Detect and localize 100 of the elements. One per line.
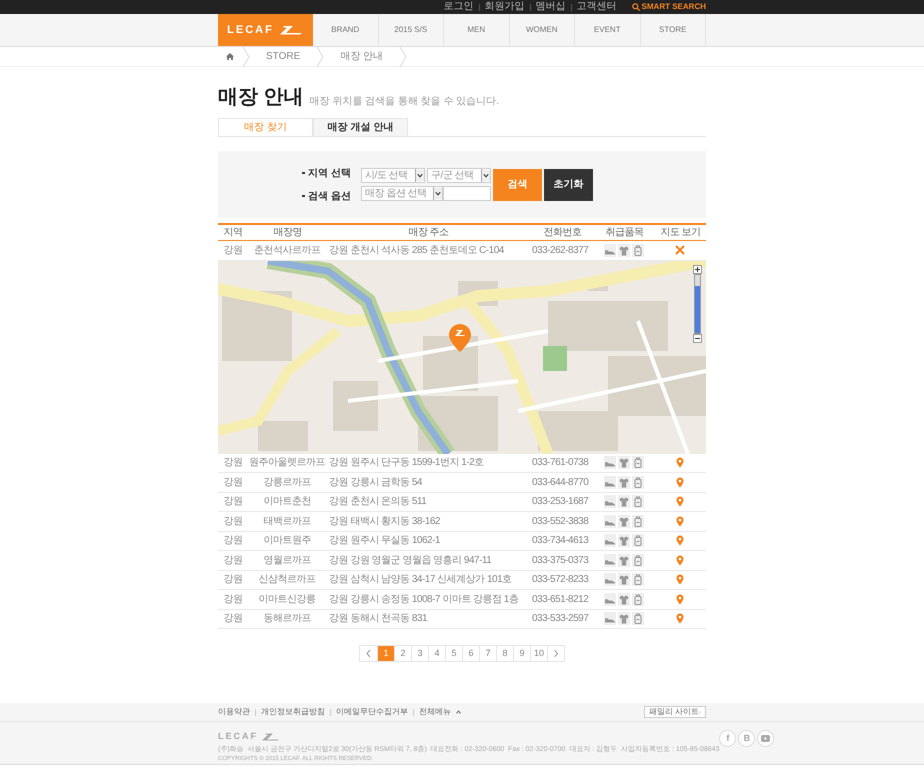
nav-item[interactable]: MEN [444, 14, 510, 46]
home-icon[interactable] [226, 53, 234, 60]
table-row[interactable]: 강원 강릉르까프 강원 강릉시 금학동 54 033-644-8770 [218, 473, 706, 492]
map-pin-icon[interactable] [676, 574, 684, 586]
shirt-icon [618, 456, 630, 470]
column-header: 지역 [224, 226, 242, 240]
table-cell-text: 신삼척르까프 [258, 573, 316, 588]
shoe-icon [604, 612, 616, 626]
search-button[interactable]: 검색 [493, 168, 542, 200]
field-label: 검색 옵션 [308, 190, 351, 204]
map-pin-icon[interactable] [676, 476, 684, 488]
table-cell-text: 033-651-8212 [531, 592, 590, 607]
nav-item[interactable]: EVENT [575, 14, 640, 46]
page-link[interactable]: 2 [394, 646, 411, 661]
shoe-icon [604, 244, 616, 257]
map-pin-icon[interactable] [676, 594, 684, 605]
map-pin-icon[interactable] [676, 457, 684, 468]
top-link[interactable]: 로그인 [444, 2, 474, 12]
table-row[interactable]: 강원 신삼척르까프 강원 삼척시 남양동 34-17 신세계상가 101호 033-572-8233 [218, 570, 706, 590]
page-link[interactable]: 1 [377, 646, 394, 661]
table-cell-text: 춘천석사르까프 [252, 244, 322, 258]
table-cell-text: 이마트춘천 [262, 495, 312, 510]
footer-link[interactable]: 개인정보취급방침 [261, 706, 325, 718]
table-row[interactable]: 강원 태백르까프 강원 태백시 황지동 38-162 033-552-3838 [218, 512, 706, 532]
footer-logo[interactable]: LECAF [218, 730, 720, 744]
nav-item[interactable]: BRAND [313, 14, 378, 46]
reset-button[interactable]: 초기화 [544, 168, 593, 200]
page-link[interactable]: 7 [479, 646, 496, 661]
table-row[interactable]: 강원 영월르까프 강원 강원 영월군 영월읍 영흥리 947-11 033-375-0373 [218, 551, 706, 570]
footer-link[interactable]: 이메일무단수집거부 [336, 706, 408, 718]
social-link[interactable]: f [719, 730, 736, 747]
table-cell-text: 033-253-1687 [531, 495, 590, 510]
table-row[interactable]: 강원 동해르까프 강원 동해시 천곡동 831 033-533-2597 [218, 610, 706, 629]
zoom-out-icon[interactable] [693, 334, 702, 342]
zoom-slider[interactable] [694, 274, 701, 334]
table-row[interactable]: 강원 이마트신강릉 강원 강릉시 송정동 1008-7 이마트 강릉점 1층 033-651-8212 [218, 590, 706, 610]
shoe-icon [604, 573, 616, 586]
breadcrumb-link[interactable]: STORE [250, 49, 316, 64]
page-link[interactable]: 5 [445, 646, 462, 661]
table-cell-text: 원주아울렛르까프 [248, 456, 326, 470]
table-row[interactable]: 강원 이마트원주 강원 원주시 무실동 1062-1 033-734-4613 [218, 532, 706, 551]
footer-link[interactable]: 이용약관 [218, 706, 250, 718]
table-cell-text: 강릉르까프 [262, 476, 312, 490]
page-link[interactable]: 3 [411, 646, 428, 661]
nav-item[interactable]: STORE [640, 14, 706, 46]
table-cell-text: 동해르까프 [262, 612, 312, 626]
bag-icon [632, 573, 644, 586]
table-cell-text: 강원 [222, 495, 244, 510]
logo-swoosh-icon [261, 732, 281, 741]
map-pin-icon[interactable] [676, 613, 684, 624]
text-input-field[interactable] [443, 186, 491, 201]
shoe-icon [604, 554, 616, 567]
column-header: 취급품목 [606, 226, 644, 240]
page-link[interactable]: 8 [496, 646, 513, 661]
table-row[interactable]: 강원 원주아울렛르까프 강원 원주시 단구동 1599-1번지 1-2호 033-761-0738 [218, 454, 706, 473]
play-icon[interactable] [761, 735, 770, 742]
page-link[interactable]: 6 [462, 646, 479, 661]
bag-icon [632, 244, 644, 257]
table-cell-text: 강원 강릉시 송정동 1008-7 이마트 강릉점 1층 [328, 592, 520, 607]
map-pin-icon[interactable] [676, 535, 684, 546]
zoom-in-icon[interactable] [693, 264, 702, 274]
table-cell-text: 033-552-3838 [531, 514, 590, 529]
map-pin-icon[interactable] [676, 554, 684, 566]
table-cell-text: 강원 강원 영월군 영월읍 영흥리 947-11 [328, 554, 492, 568]
table-cell-text: 033-375-0373 [531, 554, 590, 568]
top-link[interactable]: 멤버십 [536, 2, 566, 12]
caret-icon [481, 169, 490, 182]
nav-item[interactable]: WOMEN [510, 14, 575, 46]
page-link[interactable]: 9 [513, 646, 530, 661]
breadcrumb-link[interactable]: 매장 안내 [324, 49, 400, 64]
table-cell-text: 033-572-8233 [531, 573, 590, 588]
smart-search-link[interactable]: SMART SEARCH [632, 3, 706, 11]
table-row[interactable]: 강원 이마트춘천 강원 춘천시 온의동 511 033-253-1687 [218, 492, 706, 512]
nav-item[interactable]: 2015 S/S [378, 14, 444, 46]
social-link[interactable]: B [738, 730, 756, 747]
top-link[interactable]: 회원가입 [484, 2, 525, 12]
top-link[interactable]: 고객센터 [576, 2, 617, 12]
tab[interactable]: 매장 찾기 [218, 118, 313, 136]
map-pin-icon[interactable] [676, 496, 684, 508]
logo[interactable]: LECAF [218, 14, 313, 46]
page-link[interactable]: 10 [530, 646, 547, 661]
shoe-icon [604, 592, 616, 606]
table-cell-text: 강원 춘천시 온의동 511 [328, 495, 428, 510]
tab[interactable]: 매장 개설 안내 [313, 118, 408, 136]
select-dropdown[interactable]: 시/도 선택 [361, 168, 425, 183]
shirt-icon [618, 592, 630, 606]
family-site-select[interactable]: 패밀리 사이트 [644, 706, 706, 718]
column-header: 매장명 [273, 226, 302, 240]
table-cell-text: 033-734-4613 [531, 534, 590, 548]
close-icon[interactable] [675, 245, 685, 256]
table-cell-text: 강원 [222, 554, 244, 568]
select-dropdown[interactable]: 매장 옵션 선택 [361, 186, 443, 201]
bag-icon [632, 495, 644, 508]
footer-link[interactable]: 전체메뉴 [419, 706, 451, 718]
select-dropdown[interactable]: 구/군 선택 [427, 168, 491, 183]
table-cell-text: 강원 [222, 612, 244, 626]
page-link[interactable]: 4 [428, 646, 445, 661]
map-pin-icon[interactable] [676, 516, 684, 527]
bag-icon [632, 554, 644, 567]
caret-up-icon [456, 710, 461, 714]
